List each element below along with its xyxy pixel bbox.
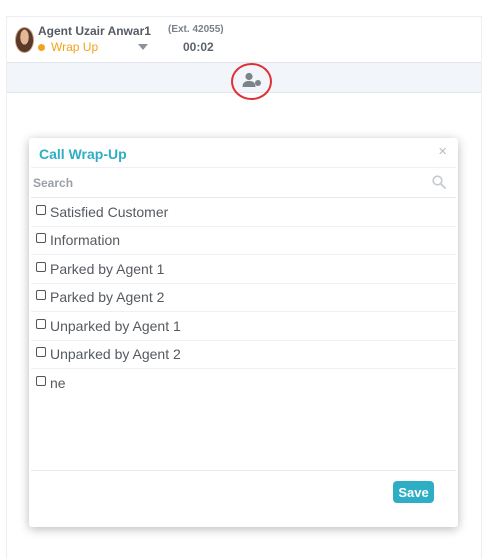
divider <box>31 167 456 168</box>
option-label: Satisfied Customer <box>50 203 169 220</box>
option-item[interactable]: Parked by Agent 2 <box>31 284 456 312</box>
save-button[interactable]: Save <box>393 481 434 503</box>
close-icon[interactable]: × <box>438 143 447 160</box>
option-label: Unparked by Agent 1 <box>50 317 181 334</box>
agent-name: Agent Uzair Anwar1 <box>38 24 151 38</box>
dialog-title: Call Wrap-Up <box>39 146 127 162</box>
option-label: Unparked by Agent 2 <box>50 346 181 363</box>
call-wrap-up-dialog: Call Wrap-Up × Satisfied Customer Inform… <box>29 138 458 527</box>
option-checkbox[interactable] <box>36 290 46 301</box>
extension-label: (Ext. 42055) <box>168 24 224 35</box>
option-item[interactable]: Unparked by Agent 1 <box>31 312 456 341</box>
status-indicator <box>38 44 45 51</box>
search-icon <box>432 175 446 189</box>
option-label: Parked by Agent 2 <box>50 289 165 306</box>
option-checkbox[interactable] <box>36 376 46 387</box>
search-input[interactable] <box>31 169 456 198</box>
option-item[interactable]: Satisfied Customer <box>31 198 456 227</box>
option-label: Parked by Agent 1 <box>50 260 165 277</box>
status-label[interactable]: Wrap Up <box>51 40 98 54</box>
option-checkbox[interactable] <box>36 204 46 215</box>
divider <box>31 470 456 471</box>
agent-header: Agent Uzair Anwar1 Wrap Up (Ext. 42055) … <box>7 17 481 62</box>
option-item[interactable]: ne <box>31 369 456 398</box>
option-checkbox[interactable] <box>36 261 46 272</box>
option-item[interactable]: Information <box>31 227 456 255</box>
call-timer: 00:02 <box>183 40 214 54</box>
agent-toolbar <box>7 62 481 100</box>
agent-user-icon[interactable] <box>242 72 262 88</box>
option-checkbox[interactable] <box>36 233 46 244</box>
avatar <box>15 27 34 53</box>
option-item[interactable]: Unparked by Agent 2 <box>31 341 456 369</box>
option-label: Information <box>50 232 121 249</box>
option-item[interactable]: Parked by Agent 1 <box>31 255 456 284</box>
option-checkbox[interactable] <box>36 318 46 329</box>
option-checkbox[interactable] <box>36 347 46 358</box>
option-label: ne <box>50 375 66 392</box>
chevron-down-icon[interactable] <box>138 44 148 50</box>
wrap-up-options: Satisfied Customer Information Parked by… <box>31 198 456 398</box>
